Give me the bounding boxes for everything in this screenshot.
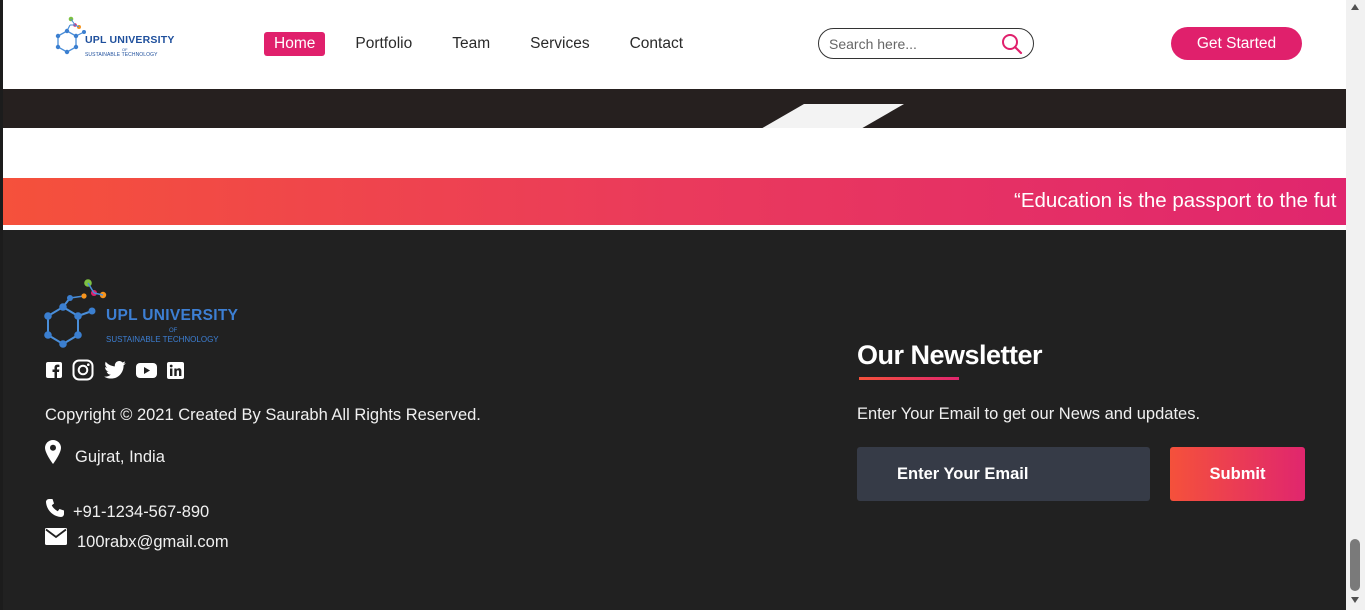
footer-logo-name: UPL UNIVERSITY xyxy=(106,307,239,324)
footer-logo-molecule-icon xyxy=(44,279,107,348)
search-box xyxy=(818,28,1034,59)
nav-contact[interactable]: Contact xyxy=(630,35,683,53)
nav-services[interactable]: Services xyxy=(530,35,589,53)
header-logo[interactable]: UPL UNIVERSITY OF SUSTAINABLE TECHNOLOGY xyxy=(46,16,176,66)
search-icon[interactable] xyxy=(1001,33,1023,55)
main-nav: Home Portfolio Team Services Contact xyxy=(264,32,723,56)
phone-icon xyxy=(46,498,64,517)
footer-logo-subtitle: SUSTAINABLE TECHNOLOGY xyxy=(106,335,219,344)
email-text[interactable]: 100rabx@gmail.com xyxy=(77,533,229,552)
footer-logo-of: OF xyxy=(169,328,178,334)
newsletter-email-field[interactable] xyxy=(857,447,1150,501)
youtube-icon[interactable] xyxy=(136,362,157,383)
linkedin-icon[interactable] xyxy=(167,361,184,384)
nav-home[interactable]: Home xyxy=(264,32,326,56)
quote-banner: “Education is the passport to the fut xyxy=(3,178,1346,225)
nav-team[interactable]: Team xyxy=(452,35,490,53)
location-pin-icon xyxy=(45,439,61,464)
location-text: Gujrat, India xyxy=(75,448,165,466)
site-header: UPL UNIVERSITY OF SUSTAINABLE TECHNOLOGY… xyxy=(3,0,1346,89)
hero-image-bottom xyxy=(3,89,1346,128)
twitter-icon[interactable] xyxy=(104,361,126,384)
mail-icon xyxy=(45,528,67,545)
instagram-icon[interactable] xyxy=(72,359,94,386)
footer-logo[interactable]: UPL UNIVERSITY OF SUSTAINABLE TECHNOLOGY xyxy=(44,278,254,358)
newsletter-submit-button[interactable]: Submit xyxy=(1170,447,1305,501)
scroll-down-arrow-icon[interactable] xyxy=(1351,597,1359,603)
newsletter-title: Our Newsletter xyxy=(857,340,1043,370)
search-input[interactable] xyxy=(829,34,999,54)
email-row: 100rabx@gmail.com xyxy=(45,528,229,552)
copyright-text: Copyright © 2021 Created By Saurabh All … xyxy=(45,406,481,424)
hero-shape xyxy=(752,104,904,128)
phone-row: +91-1234-567-890 xyxy=(45,498,209,522)
scroll-up-arrow-icon[interactable] xyxy=(1351,4,1359,10)
logo-molecule-icon xyxy=(55,16,86,55)
phone-text[interactable]: +91-1234-567-890 xyxy=(73,503,209,522)
site-footer: UPL UNIVERSITY OF SUSTAINABLE TECHNOLOGY… xyxy=(3,230,1346,610)
window-edge xyxy=(0,0,3,610)
get-started-button[interactable]: Get Started xyxy=(1171,27,1302,60)
newsletter-section: Our Newsletter Enter Your Email to get o… xyxy=(857,340,1317,423)
facebook-icon[interactable] xyxy=(46,362,62,383)
newsletter-title-underline xyxy=(859,377,959,380)
scroll-thumb[interactable] xyxy=(1350,539,1360,591)
page-scrollbar[interactable] xyxy=(1346,0,1365,610)
location-row: Gujrat, India xyxy=(45,439,165,467)
nav-portfolio[interactable]: Portfolio xyxy=(355,35,412,53)
page: UPL UNIVERSITY OF SUSTAINABLE TECHNOLOGY… xyxy=(0,0,1365,610)
quote-text: “Education is the passport to the fut xyxy=(1014,189,1337,212)
newsletter-description: Enter Your Email to get our News and upd… xyxy=(857,405,1201,423)
social-links xyxy=(46,359,194,386)
logo-name: UPL UNIVERSITY xyxy=(85,34,175,46)
logo-subtitle: SUSTAINABLE TECHNOLOGY xyxy=(85,52,158,58)
